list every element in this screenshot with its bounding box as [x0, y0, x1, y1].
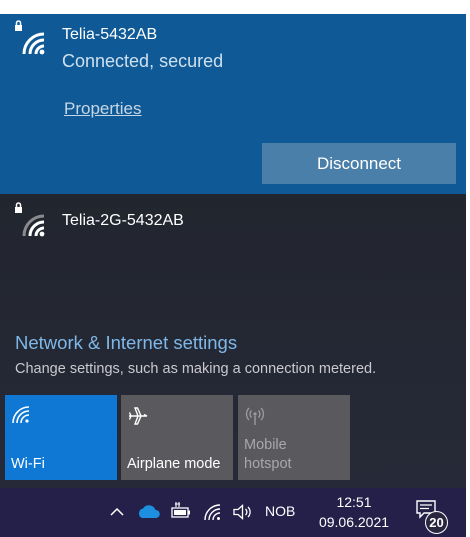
clock[interactable]: 12:51 09.06.2021 [316, 492, 392, 532]
battery-icon[interactable] [170, 501, 192, 521]
volume-icon[interactable] [232, 503, 254, 521]
clock-date: 09.06.2021 [318, 514, 390, 530]
network-name: Telia-2G-5432AB [62, 212, 184, 229]
disconnect-button[interactable]: Disconnect [262, 143, 456, 184]
connected-network-item[interactable]: Telia-5432AB Connected, secured Properti… [0, 14, 466, 194]
onedrive-icon[interactable] [136, 503, 162, 521]
airplane-mode-tile[interactable]: Airplane mode [121, 395, 233, 480]
hotspot-icon [245, 407, 265, 425]
wifi-toggle-tile[interactable]: Wi-Fi [5, 395, 117, 480]
network-list-item[interactable]: Telia-2G-5432AB [0, 194, 466, 254]
airplane-icon [128, 407, 148, 425]
properties-link[interactable]: Properties [64, 99, 141, 119]
wifi-tile-label: Wi-Fi [11, 456, 45, 472]
notification-count-badge: 20 [425, 511, 448, 534]
clock-time: 12:51 [336, 494, 372, 510]
wifi-icon [12, 406, 30, 424]
network-flyout: Telia-5432AB Connected, secured Properti… [0, 14, 466, 488]
screen-edge [466, 0, 470, 537]
taskbar: NOB 12:51 09.06.2021 20 [0, 488, 466, 537]
connection-status: Connected, secured [62, 51, 224, 71]
secured-wifi-icon [15, 20, 45, 55]
airplane-mode-label: Airplane mode [127, 456, 221, 472]
chevron-up-icon[interactable] [108, 504, 126, 520]
wifi-icon[interactable] [203, 503, 223, 521]
connected-network-name: Telia-5432AB [62, 26, 158, 43]
mobile-hotspot-label: Mobile hotspot [244, 437, 292, 472]
input-language-indicator[interactable]: NOB [265, 503, 295, 519]
secured-wifi-icon [15, 202, 45, 237]
network-settings-link[interactable]: Network & Internet settings [15, 332, 237, 354]
mobile-hotspot-tile[interactable]: Mobile hotspot [238, 395, 350, 480]
network-settings-description: Change settings, such as making a connec… [15, 361, 377, 377]
